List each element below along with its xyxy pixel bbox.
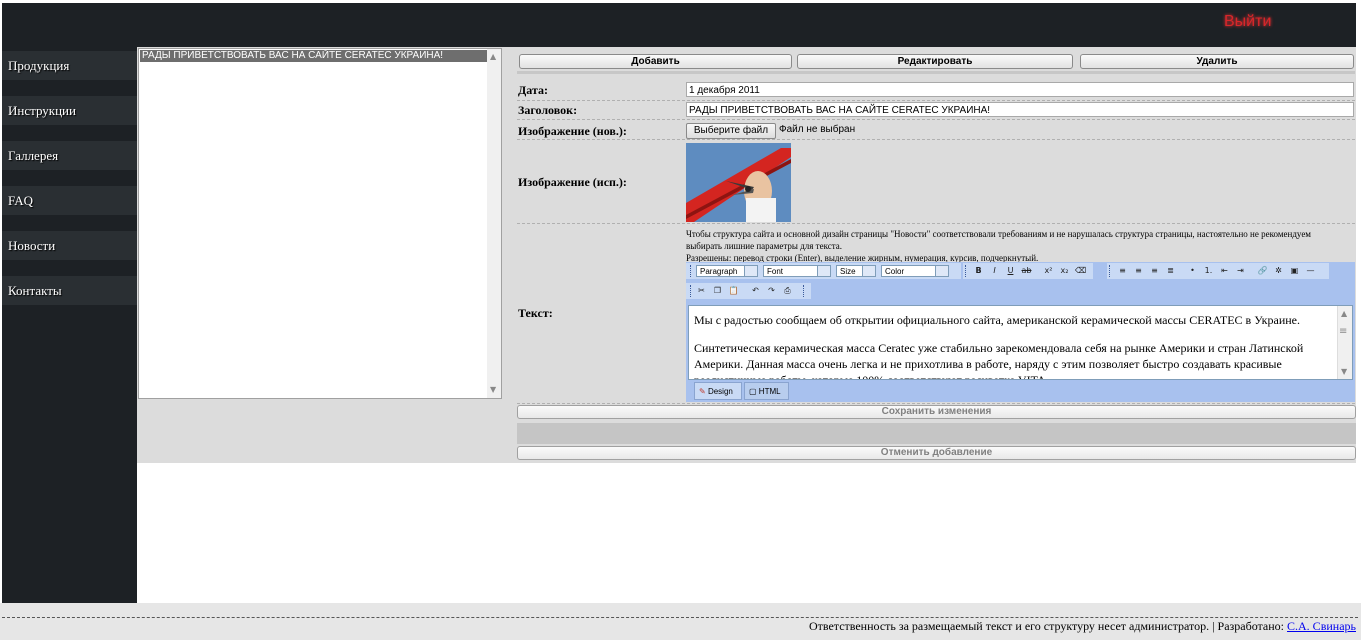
scroll-down-icon[interactable]: ▼ bbox=[490, 385, 496, 394]
footer-text: Ответственность за размещаемый текст и е… bbox=[809, 619, 1356, 634]
eraser-icon[interactable]: ⌫ bbox=[1075, 266, 1086, 276]
footer-note: Ответственность за размещаемый текст и е… bbox=[808, 619, 1288, 633]
sidebar-item-products[interactable]: Продукция bbox=[2, 51, 137, 80]
delete-button[interactable]: Удалить bbox=[1080, 54, 1354, 69]
new-image-label: Изображение (нов.): bbox=[518, 124, 627, 138]
logout-link[interactable]: Выйти bbox=[1224, 13, 1271, 31]
align-left-icon[interactable]: ≡ bbox=[1117, 266, 1128, 276]
date-label: Дата: bbox=[518, 83, 548, 97]
sidebar-item-contacts[interactable]: Контакты bbox=[2, 276, 137, 305]
scroll-down-icon[interactable]: ▼ bbox=[1341, 367, 1347, 376]
edit-button[interactable]: Редактировать bbox=[797, 54, 1073, 69]
paragraph-select-value: Paragraph bbox=[700, 267, 738, 276]
editor-text[interactable]: Мы с радостью сообщаем об открытии офици… bbox=[694, 312, 1334, 380]
used-image-label: Изображение (исп.): bbox=[518, 175, 627, 189]
title-field[interactable]: РАДЫ ПРИВЕТСТВОВАТЬ ВАС НА САЙТЕ CERATEC… bbox=[686, 102, 1354, 117]
news-list[interactable]: РАДЫ ПРИВЕТСТВОВАТЬ ВАС НА САЙТЕ CERATEC… bbox=[138, 48, 502, 399]
editor-toolbar-format: Paragraph Font Size Color bbox=[686, 263, 961, 279]
strikethrough-icon[interactable]: ab bbox=[1021, 266, 1032, 276]
sidebar: Продукция Инструкции Галлерея FAQ Новост… bbox=[2, 47, 137, 603]
editor-toolbar-paragraph: ≡ ≡ ≡ ≣ • 1. ⇤ ⇥ 🔗 ✲ ▣ — bbox=[1107, 263, 1329, 279]
format-hint-text: Чтобы структура сайта и основной дизайн … bbox=[686, 229, 1312, 251]
divider bbox=[517, 139, 1355, 140]
news-list-scrollbar[interactable]: ▲ ▼ bbox=[487, 49, 501, 398]
font-select[interactable]: Font bbox=[763, 265, 831, 277]
scroll-thumb-icon[interactable]: ≡ bbox=[1339, 326, 1347, 337]
save-changes-button[interactable]: Сохранить изменения bbox=[517, 405, 1356, 419]
horizontal-rule-icon[interactable]: — bbox=[1305, 266, 1316, 276]
color-select-value: Color bbox=[885, 267, 905, 276]
editor-paragraph: Синтетическая керамическая масса Ceratec… bbox=[694, 341, 1304, 380]
font-select-value: Font bbox=[767, 267, 784, 276]
toolbar-grip[interactable] bbox=[1109, 265, 1112, 277]
news-list-item-selected[interactable]: РАДЫ ПРИВЕТСТВОВАТЬ ВАС НА САЙТЕ CERATEC… bbox=[140, 50, 488, 62]
size-select[interactable]: Size bbox=[836, 265, 876, 277]
toolbar-grip[interactable] bbox=[965, 265, 968, 277]
scroll-up-icon[interactable]: ▲ bbox=[1341, 309, 1347, 318]
numbered-list-icon[interactable]: 1. bbox=[1203, 266, 1214, 276]
bold-icon[interactable]: B bbox=[973, 266, 984, 276]
redo-icon[interactable]: ↷ bbox=[766, 286, 777, 296]
color-select[interactable]: Color bbox=[881, 265, 949, 277]
sidebar-item-news[interactable]: Новости bbox=[2, 231, 137, 260]
author-link[interactable]: С.А. Свинарь bbox=[1287, 619, 1356, 633]
print-icon[interactable]: ⎙ bbox=[782, 286, 793, 296]
editor-toolbar-style: B I U ab x² x₂ ⌫ bbox=[963, 263, 1093, 279]
scroll-up-icon[interactable]: ▲ bbox=[490, 52, 496, 61]
align-right-icon[interactable]: ≡ bbox=[1149, 266, 1160, 276]
editor-scrollbar[interactable]: ▲ ≡ ▼ bbox=[1337, 306, 1352, 379]
sidebar-item-gallery[interactable]: Галлерея bbox=[2, 141, 137, 170]
paragraph-select[interactable]: Paragraph bbox=[696, 265, 758, 277]
add-button[interactable]: Добавить bbox=[519, 54, 792, 69]
tab-html[interactable]: ▢ HTML bbox=[744, 382, 789, 400]
tab-html-label: HTML bbox=[758, 387, 781, 396]
subscript-icon[interactable]: x₂ bbox=[1059, 266, 1070, 276]
divider bbox=[517, 71, 1355, 74]
date-field[interactable]: 1 декабря 2011 bbox=[686, 82, 1354, 97]
editor-content[interactable]: Мы с радостью сообщаем об открытии офици… bbox=[688, 305, 1353, 380]
divider bbox=[517, 119, 1355, 120]
toolbar-grip[interactable] bbox=[803, 285, 806, 297]
tab-design[interactable]: ✎ Design bbox=[694, 382, 742, 400]
html-icon: ▢ bbox=[749, 387, 757, 396]
copy-icon[interactable]: ❐ bbox=[712, 286, 723, 296]
image-icon[interactable]: ▣ bbox=[1289, 266, 1300, 276]
cancel-add-button[interactable]: Отменить добавление bbox=[517, 446, 1356, 460]
format-hint: Чтобы структура сайта и основной дизайн … bbox=[686, 228, 1326, 264]
top-bar bbox=[2, 3, 1356, 47]
divider bbox=[517, 223, 1355, 224]
link-icon[interactable]: 🔗 bbox=[1257, 266, 1268, 276]
superscript-icon[interactable]: x² bbox=[1043, 266, 1054, 276]
text-label: Текст: bbox=[518, 306, 553, 320]
underline-icon[interactable]: U bbox=[1005, 266, 1016, 276]
size-select-value: Size bbox=[840, 267, 856, 276]
footer-divider bbox=[2, 617, 1358, 618]
content-blank bbox=[137, 463, 1356, 603]
align-center-icon[interactable]: ≡ bbox=[1133, 266, 1144, 276]
sidebar-item-instructions[interactable]: Инструкции bbox=[2, 96, 137, 125]
toolbar-grip[interactable] bbox=[690, 265, 693, 277]
tab-design-label: Design bbox=[707, 387, 733, 396]
unlink-icon[interactable]: ✲ bbox=[1273, 266, 1284, 276]
bullet-list-icon[interactable]: • bbox=[1187, 266, 1198, 276]
sidebar-item-faq[interactable]: FAQ bbox=[2, 186, 137, 215]
indent-icon[interactable]: ⇥ bbox=[1235, 266, 1246, 276]
status-bar bbox=[517, 423, 1356, 444]
paste-icon[interactable]: 📋 bbox=[728, 286, 739, 296]
divider bbox=[517, 403, 1355, 404]
editor-paragraph: Мы с радостью сообщаем об открытии офици… bbox=[694, 313, 1300, 327]
undo-icon[interactable]: ↶ bbox=[750, 286, 761, 296]
align-justify-icon[interactable]: ≣ bbox=[1165, 266, 1176, 276]
design-icon: ✎ bbox=[699, 387, 706, 396]
choose-file-button[interactable]: Выберите файл bbox=[686, 123, 776, 139]
divider bbox=[517, 100, 1355, 101]
cut-icon[interactable]: ✂ bbox=[696, 286, 707, 296]
editor-toolbar-edit: ✂ ❐ 📋 ↶ ↷ ⎙ bbox=[686, 283, 811, 299]
file-status: Файл не выбран bbox=[779, 124, 856, 135]
toolbar-grip[interactable] bbox=[690, 285, 693, 297]
outdent-icon[interactable]: ⇤ bbox=[1219, 266, 1230, 276]
news-image bbox=[686, 143, 791, 222]
italic-icon[interactable]: I bbox=[989, 266, 1000, 276]
title-label: Заголовок: bbox=[518, 103, 578, 117]
